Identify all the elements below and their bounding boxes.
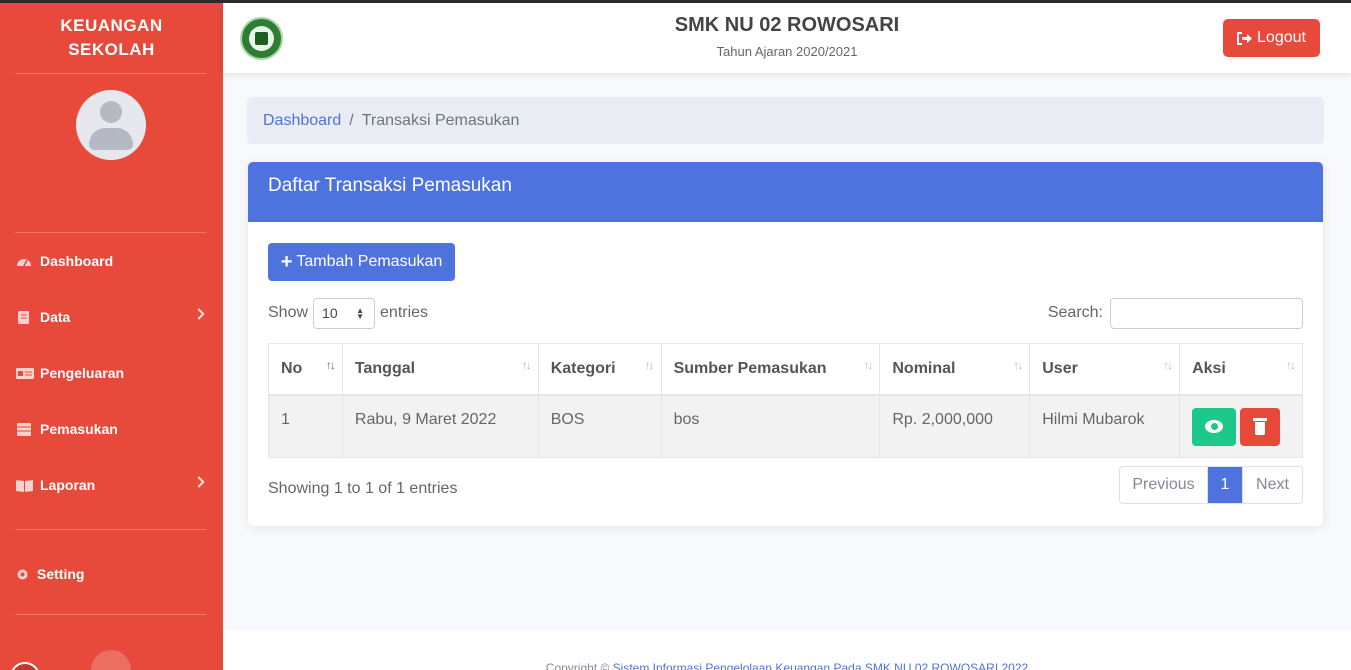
brand-line-2: SEKOLAH [68, 40, 155, 59]
sidebar-divider [15, 614, 206, 615]
cell-sumber: bos [660, 394, 881, 458]
chevron-right-icon [193, 308, 205, 320]
breadcrumb-separator: / [349, 111, 354, 129]
table-row: 1 Rabu, 9 Maret 2022 BOS bos Rp. 2,000,0… [268, 394, 1303, 458]
select-arrows-icon: ▲ ▼ [356, 305, 365, 321]
search-input[interactable] [1110, 297, 1303, 329]
card-title: Daftar Transaksi Pemasukan [248, 162, 1323, 222]
sort-icon: ↑↓ [325, 358, 336, 372]
column-header-user[interactable]: User ↑↓ [1029, 343, 1181, 396]
footer: Copyright © Sistem Informasi Pengelolaan… [223, 630, 1351, 670]
logout-button[interactable]: Logout [1223, 19, 1320, 57]
cell-no: 1 [268, 394, 343, 458]
chevron-right-icon [193, 476, 205, 488]
search-control: Search: [1048, 297, 1303, 329]
column-header-no[interactable]: No ↑↓ [268, 343, 343, 396]
sidebar-item-data[interactable]: Data [0, 302, 223, 332]
avatar [76, 90, 146, 160]
eye-icon [1205, 419, 1224, 433]
entries-length-control: Show 10 ▲ ▼ entries [268, 297, 428, 329]
sidebar-item-pengeluaran[interactable]: Pengeluaran [0, 358, 223, 388]
add-income-button[interactable]: + Tambah Pemasukan [268, 243, 455, 281]
entries-select-value: 10 [322, 305, 338, 321]
pagination: Previous 1 Next [1119, 466, 1303, 504]
sidebar: KEUANGAN SEKOLAH Dashboard Data Pengelua… [0, 0, 223, 670]
footer-link[interactable]: Sistem Informasi Pengelolaan Keuangan Pa… [613, 661, 1029, 670]
breadcrumb: Dashboard / Transaksi Pemasukan [247, 97, 1324, 144]
entries-label: entries [380, 304, 429, 321]
delete-button[interactable] [1240, 407, 1281, 446]
column-header-sumber[interactable]: Sumber Pemasukan ↑↓ [660, 343, 881, 396]
sidebar-item-label: Pengeluaran [40, 365, 125, 381]
cell-user: Hilmi Mubarok [1029, 394, 1181, 458]
sidebar-item-label: Dashboard [40, 253, 114, 269]
gear-icon [16, 568, 29, 581]
sidebar-item-label: Data [40, 309, 71, 325]
column-header-nominal[interactable]: Nominal ↑↓ [879, 343, 1031, 396]
sort-icon: ↑↓ [1163, 358, 1173, 372]
add-income-label: Tambah Pemasukan [296, 253, 443, 270]
sort-icon: ↑↓ [1013, 358, 1023, 372]
sidebar-toggle-button[interactable] [91, 650, 131, 670]
user-avatar-small [10, 662, 40, 670]
tachometer-icon [16, 255, 32, 268]
sidebar-item-label: Pemasukan [40, 421, 118, 437]
pagination-previous[interactable]: Previous [1120, 467, 1208, 503]
view-button[interactable] [1192, 407, 1237, 446]
sort-icon: ↑↓ [521, 358, 532, 372]
transactions-table: No ↑↓ Tanggal ↑↓ Kategori ↑↓ Sumber Pemasuk… [268, 343, 1303, 458]
sort-icon: ↑↓ [863, 358, 873, 372]
book-icon [16, 310, 32, 324]
sidebar-item-dashboard[interactable]: Dashboard [0, 246, 223, 276]
sidebar-divider [15, 232, 206, 233]
entries-select[interactable]: 10 ▲ ▼ [313, 297, 376, 329]
pagination-page-1[interactable]: 1 [1208, 467, 1243, 503]
footer-prefix: Copyright © [545, 661, 613, 670]
book-open-icon [16, 479, 33, 492]
footer-copyright: Copyright © Sistem Informasi Pengelolaan… [223, 661, 1351, 670]
column-header-kategori[interactable]: Kategori ↑↓ [537, 343, 662, 396]
sort-icon: ↑↓ [644, 358, 655, 372]
topbar: SMK NU 02 ROWOSARI Tahun Ajaran 2020/202… [223, 3, 1351, 73]
school-name: SMK NU 02 ROWOSARI [674, 14, 900, 36]
sidebar-item-setting[interactable]: Setting [0, 559, 223, 589]
plus-icon: + [280, 250, 293, 273]
show-label: Show [268, 304, 309, 321]
column-header-tanggal[interactable]: Tanggal ↑↓ [341, 343, 539, 396]
sidebar-item-label: Laporan [40, 477, 96, 493]
brand-line-1: KEUANGAN [60, 16, 163, 35]
id-card-icon [16, 367, 34, 380]
table-header-row: No ↑↓ Tanggal ↑↓ Kategori ↑↓ Sumber Pemasuk… [268, 343, 1303, 396]
cell-kategori: BOS [537, 394, 662, 458]
breadcrumb-dashboard-link[interactable]: Dashboard [263, 112, 341, 130]
logout-label: Logout [1257, 29, 1306, 46]
sign-out-icon [1237, 31, 1253, 45]
sidebar-divider [15, 73, 206, 74]
sort-icon: ↑↓ [1286, 358, 1296, 372]
transactions-card: Daftar Transaksi Pemasukan + Tambah Pema… [248, 162, 1323, 526]
sidebar-item-label: Setting [37, 566, 85, 582]
pagination-next[interactable]: Next [1243, 467, 1302, 503]
column-header-aksi[interactable]: Aksi ↑↓ [1179, 343, 1303, 396]
sidebar-divider [15, 529, 206, 530]
cell-tanggal: Rabu, 9 Maret 2022 [341, 394, 539, 458]
cell-aksi [1179, 394, 1303, 458]
sidebar-brand[interactable]: KEUANGAN SEKOLAH [0, 14, 223, 62]
school-year: Tahun Ajaran 2020/2021 [716, 44, 858, 59]
table-info: Showing 1 to 1 of 1 entries [268, 480, 458, 497]
breadcrumb-current: Transaksi Pemasukan [361, 111, 520, 129]
table-icon [16, 422, 32, 436]
sidebar-item-laporan[interactable]: Laporan [0, 470, 223, 500]
search-label: Search: [1047, 304, 1103, 321]
sidebar-item-pemasukan[interactable]: Pemasukan [0, 414, 223, 444]
cell-nominal: Rp. 2,000,000 [879, 394, 1031, 458]
window-top-strip [0, 0, 1351, 3]
